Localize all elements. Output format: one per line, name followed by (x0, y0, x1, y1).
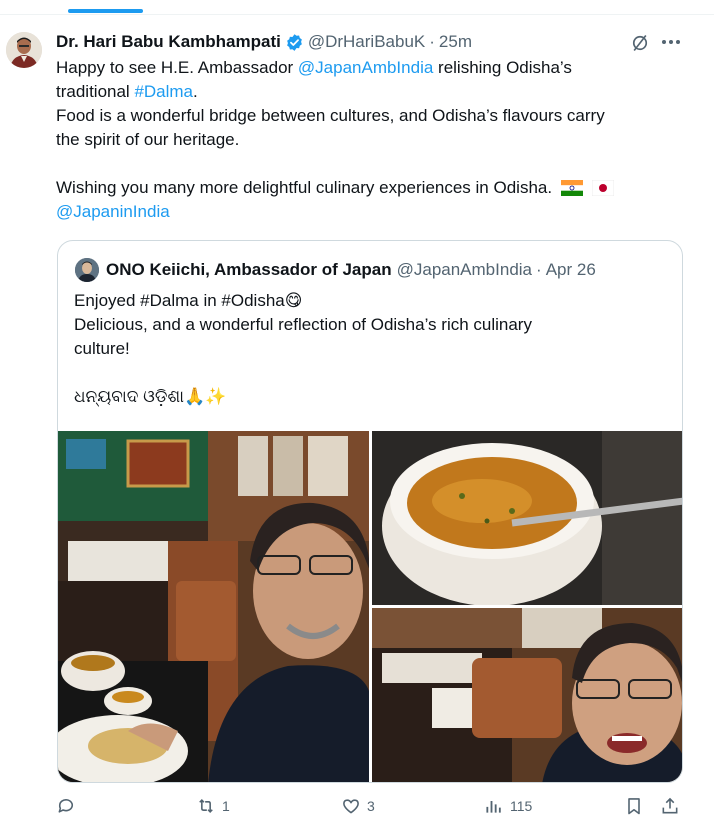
quoted-author-name[interactable]: ONO Keiichi, Ambassador of Japan (106, 260, 392, 280)
media-grid (58, 431, 682, 782)
author-name[interactable]: Dr. Hari Babu Kambhampati (56, 32, 281, 52)
verified-badge-icon (285, 33, 304, 52)
grok-icon[interactable] (630, 33, 650, 53)
quoted-tweet[interactable]: ONO Keiichi, Ambassador of Japan @JapanA… (57, 240, 683, 783)
tweet-time[interactable]: 25m (439, 32, 472, 52)
tweet-text: Happy to see H.E. Ambassador @JapanAmbIn… (56, 56, 696, 224)
japan-flag-icon (591, 180, 614, 196)
bookmark-button[interactable] (624, 796, 644, 816)
bookmark-icon (628, 798, 640, 815)
repost-button[interactable]: 1 (196, 796, 230, 816)
share-button[interactable] (660, 796, 680, 816)
views-button[interactable]: 115 (484, 796, 532, 816)
action-bar: 1 3 115 (56, 796, 696, 820)
restaurant-photo[interactable] (58, 431, 369, 782)
separator-dot: · (429, 32, 435, 51)
more-icon[interactable] (660, 32, 682, 52)
views-icon (486, 801, 501, 813)
dalma-bowl-photo[interactable] (372, 431, 682, 605)
like-count: 3 (367, 798, 375, 814)
repost-icon (199, 799, 213, 813)
repost-count: 1 (222, 798, 230, 814)
reply-button[interactable] (56, 796, 82, 816)
separator-dot: · (536, 260, 542, 279)
mention-link[interactable]: @JapanAmbIndia (298, 58, 433, 77)
tweet-header: Dr. Hari Babu Kambhampati @DrHariBabuK ·… (56, 31, 472, 53)
quoted-author-handle[interactable]: @JapanAmbIndia (397, 260, 532, 280)
share-icon (662, 797, 678, 814)
quoted-date[interactable]: Apr 26 (546, 260, 596, 280)
quoted-header: ONO Keiichi, Ambassador of Japan @JapanA… (106, 260, 596, 280)
reply-icon (58, 799, 74, 813)
author-avatar[interactable] (6, 32, 42, 68)
active-tab-indicator (68, 9, 143, 13)
quoted-author-avatar[interactable] (75, 258, 99, 282)
selfie-photo[interactable] (372, 608, 682, 782)
india-flag-icon (560, 180, 583, 196)
author-handle[interactable]: @DrHariBabuK (308, 32, 425, 52)
hashtag-link[interactable]: #Dalma (134, 82, 193, 101)
mention-link[interactable]: @JapaninIndia (56, 202, 170, 221)
like-icon (343, 799, 359, 814)
views-count: 115 (510, 798, 533, 814)
like-button[interactable]: 3 (341, 796, 375, 816)
quoted-text: Enjoyed #Dalma in #Odisha😋 Delicious, an… (74, 291, 532, 406)
